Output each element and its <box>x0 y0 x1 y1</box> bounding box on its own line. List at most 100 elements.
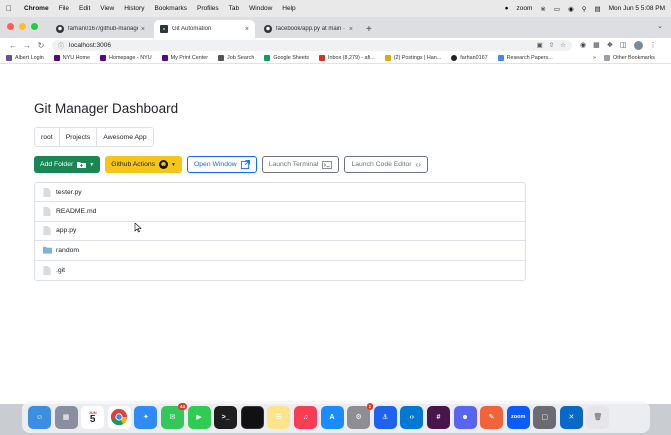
extension-icon[interactable]: ◉ <box>580 41 586 49</box>
tab-github-manager[interactable]: farhan0167/github-manager: A × <box>50 20 151 38</box>
launch-terminal-button[interactable]: Launch Terminal <box>261 156 340 173</box>
docker-icon[interactable]: ⚓ <box>373 405 397 429</box>
zoom-status[interactable]: zoom <box>517 5 533 12</box>
chevron-right-icon[interactable]: » <box>593 55 596 61</box>
puzzle-icon[interactable]: ❖ <box>607 41 613 49</box>
safari-icon[interactable]: ✦ <box>134 405 158 429</box>
control-center-icon[interactable]: ▤ <box>594 5 600 13</box>
tab-facebook-app[interactable]: facebook/app.py at main · farh × <box>258 20 359 38</box>
menu-tab[interactable]: Tab <box>229 5 239 12</box>
activity-monitor-icon[interactable] <box>240 405 264 429</box>
forward-icon[interactable]: → <box>20 41 34 50</box>
zoom-app-icon[interactable]: zoom <box>506 405 530 429</box>
maximize-window-button[interactable] <box>31 23 38 30</box>
new-tab-icon[interactable]: + <box>366 20 372 38</box>
menu-history[interactable]: History <box>124 5 144 12</box>
bookmark-star-icon[interactable]: ☆ <box>560 41 566 49</box>
search-icon[interactable]: ⚲ <box>582 5 587 13</box>
gmail-icon <box>319 54 325 61</box>
preview-icon[interactable]: ▢ <box>533 405 557 429</box>
folder-plus-icon <box>77 161 87 168</box>
system-settings-icon[interactable]: ⚙ 1 <box>347 402 374 429</box>
bookmark-nyu-home[interactable]: NYU Home <box>53 54 90 61</box>
extension-icon-2[interactable]: ▦ <box>593 41 600 49</box>
reload-icon[interactable]: ↻ <box>34 41 48 50</box>
add-folder-button[interactable]: Add Folder ▼ <box>34 156 101 173</box>
minimize-window-button[interactable] <box>19 23 26 30</box>
bookmark-print-center[interactable]: My Print Center <box>161 54 208 61</box>
open-window-button[interactable]: Open Window <box>186 156 257 173</box>
bookmark-job-search[interactable]: Job Search <box>218 54 254 61</box>
pen-icon[interactable]: ✎ <box>480 405 504 429</box>
tab-search-icon[interactable]: ⌄ <box>657 22 663 30</box>
chrome-icon[interactable] <box>107 405 131 429</box>
menu-app-name[interactable]: Chrome <box>24 5 49 12</box>
sidepanel-icon[interactable]: ◫ <box>620 41 627 49</box>
bookmark-homepage-nyu[interactable]: Homepage - NYU <box>100 54 152 61</box>
trash-icon[interactable]: 🗑 <box>586 405 610 429</box>
menu-window[interactable]: Window <box>249 5 272 12</box>
other-bookmarks[interactable]: Other Bookmarks <box>604 54 655 61</box>
close-icon[interactable]: × <box>349 26 353 33</box>
menu-edit[interactable]: Edit <box>79 5 90 12</box>
bookmark-albert[interactable]: Albert Login <box>6 54 44 61</box>
tab-git-automation[interactable]: Git Automation × <box>154 20 255 38</box>
avatar[interactable] <box>633 40 643 50</box>
music-icon[interactable]: ♫ <box>293 405 317 429</box>
bookmark-postings[interactable]: (2) Postings | Han... <box>384 54 441 61</box>
notes-icon[interactable]: ☰ <box>267 405 291 429</box>
bookmark-research-papers[interactable]: Research Papers... <box>497 54 553 61</box>
breadcrumb-root[interactable]: root <box>35 128 60 146</box>
wifi-icon[interactable]: ◉ <box>568 5 574 13</box>
battery-icon[interactable]: ▭ <box>554 5 560 13</box>
list-item[interactable]: app.py <box>35 222 525 242</box>
bookmark-farhan[interactable]: farhan0167 <box>451 54 488 61</box>
address-bar[interactable]: ⓘ localhost:3006 ▣ ⇧ ☆ <box>52 39 572 51</box>
menu-profiles[interactable]: Profiles <box>197 5 219 12</box>
install-app-icon[interactable]: ▣ <box>537 41 543 49</box>
menu-view[interactable]: View <box>100 5 114 12</box>
list-item[interactable]: .git <box>35 261 525 280</box>
terminal-icon <box>322 160 333 169</box>
discord-icon[interactable]: ☻ <box>453 405 477 429</box>
toolbar-extensions: ◉ ▦ ❖ ◫ ⋮ <box>580 40 657 50</box>
terminal-app-icon[interactable]: >_ <box>214 405 238 429</box>
bluetooth-icon[interactable]: ※ <box>540 5 545 13</box>
vscode-2-icon[interactable]: ✕ <box>559 405 583 429</box>
facetime-icon[interactable]: ▶ <box>187 405 211 429</box>
close-icon[interactable]: × <box>245 26 249 33</box>
list-item[interactable]: README.md <box>35 202 525 222</box>
calendar-icon[interactable]: JUN 5 <box>81 405 105 429</box>
github-actions-button[interactable]: Github Actions ▼ <box>105 156 182 173</box>
github-icon <box>56 25 64 33</box>
datetime[interactable]: Mon Jun 5 5:08 PM <box>609 5 665 12</box>
omnibox-actions: ▣ ⇧ ☆ <box>537 41 566 49</box>
kebab-menu-icon[interactable]: ⋮ <box>650 41 657 49</box>
back-icon[interactable]: ← <box>6 41 20 50</box>
vscode-icon[interactable]: ‹› <box>400 405 424 429</box>
messages-icon[interactable]: ✉ 44 <box>160 402 187 429</box>
file-icon <box>43 226 52 236</box>
share-icon[interactable]: ⇧ <box>549 41 554 49</box>
close-icon[interactable]: × <box>141 26 145 33</box>
apple-icon[interactable]:  <box>6 4 18 13</box>
breadcrumb-projects[interactable]: Projects <box>60 128 98 146</box>
app-store-icon[interactable]: A <box>320 405 344 429</box>
file-list: tester.py README.md app.py random .git <box>34 182 526 281</box>
launch-code-editor-button[interactable]: Launch Code Editor ‹› <box>344 156 428 173</box>
site-info-icon[interactable]: ⓘ <box>58 41 64 50</box>
file-icon <box>43 187 52 197</box>
breadcrumb-awesome-app[interactable]: Awesome App <box>97 128 152 146</box>
bookmark-inbox[interactable]: Inbox (8,279) - afi... <box>319 54 375 61</box>
menu-file[interactable]: File <box>59 5 69 12</box>
launchpad-icon[interactable]: ▦ <box>54 405 78 429</box>
bookmark-google-sheets[interactable]: Google Sheets <box>264 54 309 61</box>
finder-icon[interactable]: ☺ <box>28 405 51 429</box>
record-icon[interactable]: ● <box>505 5 509 12</box>
list-item[interactable]: tester.py <box>35 183 525 203</box>
list-item[interactable]: random <box>35 241 525 261</box>
menu-bookmarks[interactable]: Bookmarks <box>154 5 187 12</box>
menu-help[interactable]: Help <box>282 5 295 12</box>
close-window-button[interactable] <box>7 23 14 30</box>
slack-icon[interactable]: # <box>426 405 450 429</box>
